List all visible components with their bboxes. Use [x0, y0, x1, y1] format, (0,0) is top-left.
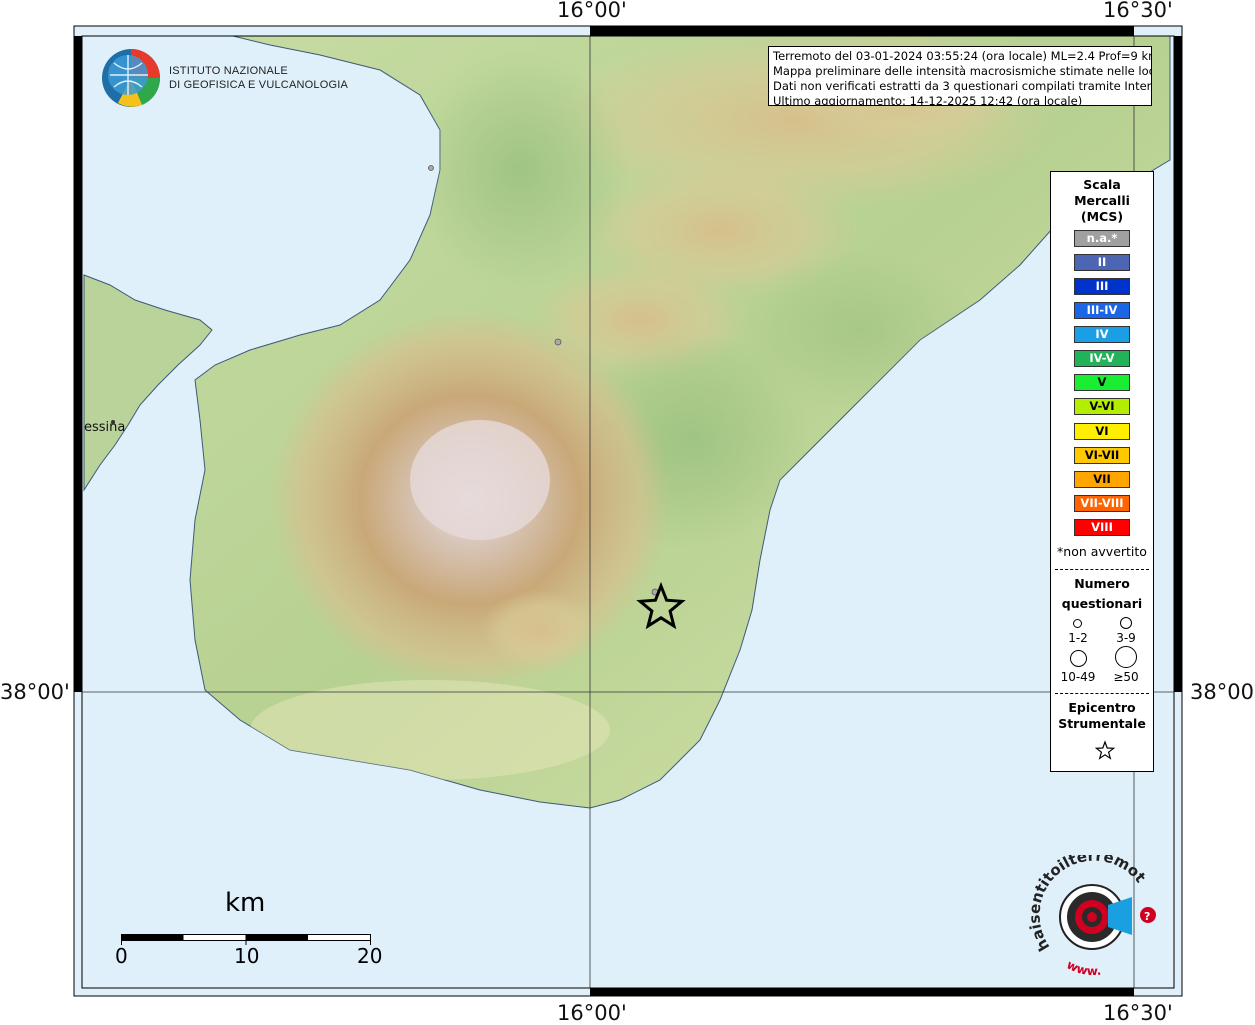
scale-unit-label: km	[225, 888, 266, 918]
legend-swatch: VII	[1074, 471, 1130, 488]
event-info-line3: Dati non verificati estratti da 3 questi…	[773, 79, 1152, 93]
legend-note: *non avvertito	[1057, 544, 1147, 559]
scale-tick-0: 0	[115, 944, 128, 968]
legend-epicentre-title: Epicentro Strumentale	[1051, 700, 1153, 732]
legend-epicentre-title-line1: Epicentro	[1068, 700, 1136, 715]
lon-label-top-right: 16°30'	[1103, 0, 1173, 22]
size-circle-large	[1070, 650, 1087, 667]
legend-swatch: III	[1074, 278, 1130, 295]
legend-swatch: VI	[1074, 423, 1130, 440]
scale-tick-20: 20	[357, 944, 383, 968]
size-label-3: 10-49	[1060, 670, 1096, 684]
lat-label-left: 38°00'	[0, 680, 70, 704]
legend-star-icon	[1094, 740, 1116, 760]
lon-label-bottom-left: 16°00'	[557, 1001, 627, 1025]
brand-www: www.	[1064, 957, 1101, 975]
legend-title: Scala Mercalli (MCS)	[1051, 177, 1153, 225]
legend-swatch: VII-VIII	[1074, 495, 1130, 512]
legend-swatch: V	[1074, 374, 1130, 391]
lat-label-right: 38°00'	[1190, 680, 1255, 704]
size-circle-xlarge	[1115, 646, 1137, 668]
lon-label-bottom-right: 16°30'	[1103, 1001, 1173, 1025]
institute-name-line1: ISTITUTO NAZIONALE	[169, 65, 288, 77]
institute-name-line2: DI GEOFISICA E VULCANOLOGIA	[169, 79, 348, 91]
legend-epicentre-title-line2: Strumentale	[1058, 716, 1146, 731]
place-label-messina: essina	[84, 420, 126, 435]
size-label-1: 1-2	[1068, 631, 1088, 645]
event-info-line1: Terremoto del 03-01-2024 03:55:24 (ora l…	[773, 49, 1152, 63]
legend-swatch: II	[1074, 254, 1130, 271]
event-info-line4: Ultimo aggiornamento: 14-12-2025 12:42 (…	[773, 94, 1083, 106]
legend-title-line3: (MCS)	[1080, 209, 1124, 224]
size-label-2: 3-9	[1116, 631, 1136, 645]
legend-count-title-line2: questionari	[1061, 596, 1143, 611]
legend-count-title: Numero questionari	[1051, 574, 1153, 614]
legend-swatch: V-VI	[1074, 398, 1130, 415]
legend-count-title-line1: Numero	[1074, 576, 1130, 591]
size-circle-small	[1073, 619, 1082, 628]
event-info-box: Terremoto del 03-01-2024 03:55:24 (ora l…	[768, 46, 1152, 106]
size-label-4: ≥50	[1113, 670, 1139, 684]
legend-divider	[1055, 569, 1149, 570]
ingv-logo	[100, 47, 162, 109]
scale-tick-10: 10	[234, 944, 260, 968]
legend-panel: Scala Mercalli (MCS) n.a.* II III III-IV…	[1050, 171, 1154, 772]
legend-swatch: IV-V	[1074, 350, 1130, 367]
legend-swatch: VIII	[1074, 519, 1130, 536]
legend-divider	[1055, 693, 1149, 694]
legend-title-line1: Scala	[1083, 177, 1121, 192]
legend-swatch: IV	[1074, 326, 1130, 343]
size-circle-medium	[1120, 617, 1132, 629]
svg-text:?: ?	[1144, 910, 1150, 923]
legend-title-line2: Mercalli	[1074, 193, 1130, 208]
haisentito-logo[interactable]: haisentitoilterremoto.it www. ?	[1023, 841, 1168, 978]
legend-swatch: n.a.*	[1074, 230, 1130, 247]
event-info-line2: Mappa preliminare delle intensità macros…	[773, 64, 1152, 78]
legend-swatch: III-IV	[1074, 302, 1130, 319]
legend-swatch: VI-VII	[1074, 447, 1130, 464]
lon-label-top-left: 16°00'	[557, 0, 627, 22]
